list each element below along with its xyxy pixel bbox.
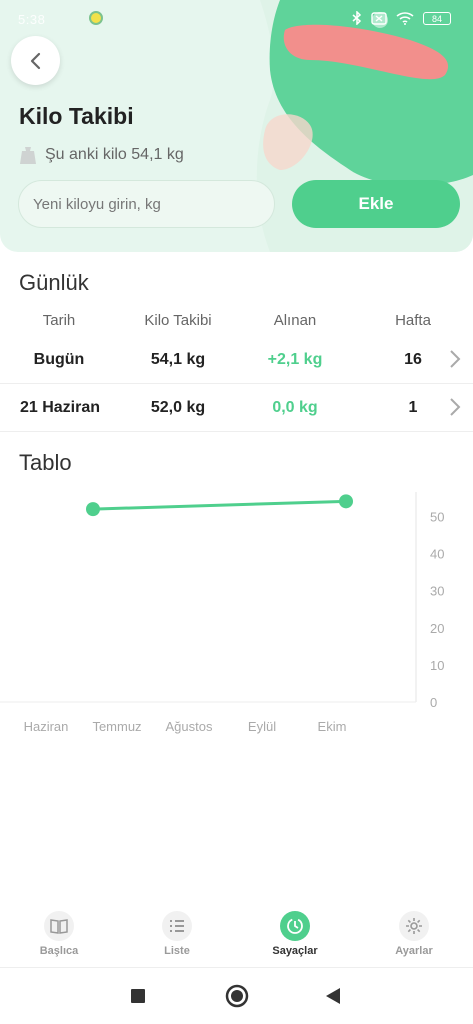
y-tick-label: 20 [430,621,444,636]
weight-icon [20,147,36,164]
home-button[interactable] [225,984,249,1008]
chevron-left-icon [30,52,40,69]
current-weight-text: Şu anki kilo 54,1 kg [45,146,184,163]
series-line [92,499,347,511]
nav-item-ayarlar[interactable]: Ayarlar [355,905,473,957]
table-row[interactable]: 21 Haziran 52,0 kg 0,0 kg 1 [0,383,473,432]
current-weight: Şu anki kilo 54,1 kg [19,145,184,165]
y-tick-label: 0 [430,695,437,710]
nav-item-sayaclar[interactable]: Sayaçlar [236,905,354,957]
chevron-right-icon [450,398,461,416]
x-tick-label: Haziran [24,719,69,734]
row-weight: 52,0 kg [150,399,206,416]
chart-section-title: Tablo [19,450,72,475]
list-icon [170,920,184,932]
status-bar: 5:38 84 [0,0,473,42]
data-point [339,494,353,509]
row-gained: 0,0 kg [272,399,318,416]
status-icons: 84 [352,11,451,25]
y-tick-label: 50 [430,510,444,525]
chevron-right-icon [450,350,461,368]
y-tick-label: 30 [430,584,444,599]
nav-label: Liste [164,945,190,957]
y-tick-label: 10 [430,658,444,673]
daily-section-title: Günlük [19,270,89,295]
status-time: 5:38 [18,12,46,27]
header-panel: 5:38 84 Kilo Takibi Şu anki kilo 54,1 kg… [0,0,473,252]
nav-item-liste[interactable]: Liste [118,905,236,957]
column-header-weight: Kilo Takibi [144,312,212,329]
x-tick-label: Eylül [248,719,276,734]
book-icon [50,919,68,934]
new-weight-input[interactable] [18,180,275,228]
x-tick-label: Ağustos [166,719,213,734]
row-date: 21 Haziran [19,399,101,416]
recent-apps-button[interactable] [131,989,145,1003]
system-navigation-bar [131,984,340,1008]
table-row[interactable]: Bugün 54,1 kg +2,1 kg 16 [0,335,473,384]
bottom-navigation: Başlıca Liste Sayaçlar Ayarlar [0,905,473,968]
row-date: Bugün [33,351,85,368]
y-tick-label: 40 [430,547,444,562]
bluetooth-icon [352,11,362,25]
weight-line-chart: 50 40 30 20 10 0 Haziran Temmuz Ağustos Eylül Ekim [0,492,444,734]
battery-icon: 84 [423,11,451,25]
nav-label: Ayarlar [395,945,433,957]
back-nav-button[interactable] [326,988,340,1004]
wifi-icon [396,11,414,25]
nav-label: Sayaçlar [272,945,318,957]
app-notification-icon [89,11,103,25]
column-header-gained: Alınan [273,312,317,329]
nav-label: Başlıca [39,945,79,957]
column-header-week: Hafta [395,312,431,329]
page-title: Kilo Takibi [19,103,134,129]
table-header: Tarih Kilo Takibi Alınan Hafta [0,312,473,334]
sim-off-icon [371,11,387,25]
x-tick-label: Ekim [318,719,347,734]
back-button[interactable] [11,36,60,85]
row-gained: +2,1 kg [267,351,323,368]
timer-icon [287,918,303,934]
nav-item-baslica[interactable]: Başlıca [0,905,118,957]
data-point [86,502,100,517]
column-header-date: Tarih [42,312,76,329]
row-week: 16 [404,351,422,368]
add-button[interactable]: Ekle [292,180,460,228]
gear-icon [406,918,422,934]
row-week: 1 [408,399,418,416]
x-tick-label: Temmuz [92,719,141,734]
row-weight: 54,1 kg [150,351,206,368]
